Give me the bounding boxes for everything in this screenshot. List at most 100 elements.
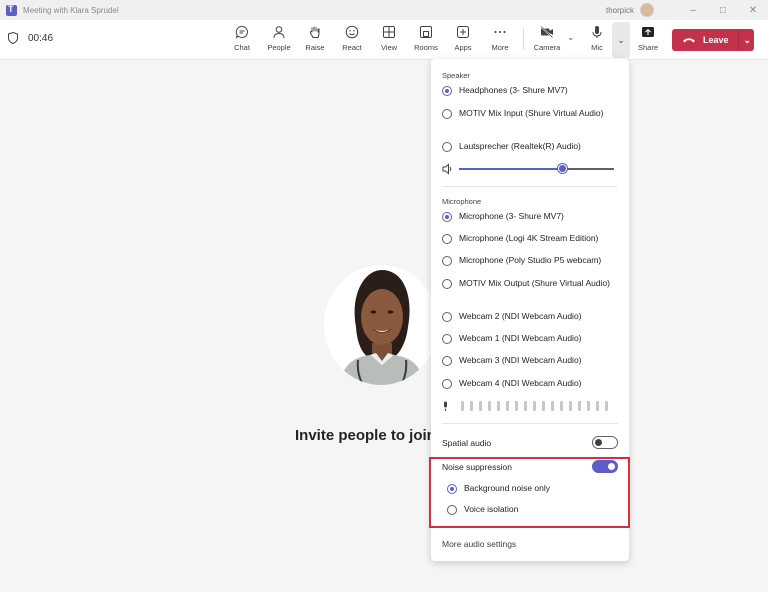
participant-photo <box>324 265 438 385</box>
rooms-label: Rooms <box>414 43 438 52</box>
leave-options-chevron-icon[interactable]: ⌄ <box>744 35 752 46</box>
shield-icon <box>8 32 18 44</box>
participant-avatar <box>324 265 438 385</box>
raise-label: Raise <box>305 43 325 52</box>
microphone-option-label: Microphone (Poly Studio P5 webcam) <box>459 255 602 265</box>
apps-button[interactable]: Apps <box>446 25 480 57</box>
radio-icon[interactable] <box>442 278 452 289</box>
toolbar-divider <box>523 28 524 50</box>
microphone-heading: Microphone <box>442 197 482 206</box>
meeting-toolbar: 00:46 Chat People Raise React View Rooms… <box>0 20 768 60</box>
radio-icon[interactable] <box>442 233 452 244</box>
microphone-option[interactable]: Webcam 3 (NDI Webcam Audio) <box>442 355 622 366</box>
people-label: People <box>267 43 291 52</box>
volume-thumb[interactable] <box>557 164 567 173</box>
spatial-audio-label: Spatial audio <box>442 437 492 448</box>
camera-off-icon <box>540 25 554 39</box>
microphone-option[interactable]: Microphone (Logi 4K Stream Edition) <box>442 233 622 244</box>
invite-heading: Invite people to join <box>295 427 435 444</box>
microphone-option[interactable]: MOTIV Mix Output (Shure Virtual Audio) <box>442 278 622 289</box>
grid-icon <box>383 26 395 38</box>
more-audio-settings-link[interactable]: More audio settings <box>442 539 516 549</box>
share-icon <box>642 27 654 37</box>
speaker-option[interactable]: MOTIV Mix Input (Shure Virtual Audio) <box>442 108 622 119</box>
apps-label: Apps <box>454 43 472 52</box>
radio-icon[interactable] <box>442 255 452 266</box>
chat-label: Chat <box>234 43 250 52</box>
teams-logo-icon <box>6 4 17 16</box>
view-label: View <box>380 43 398 52</box>
speaker-option[interactable]: Lautsprecher (Realtek(R) Audio) <box>442 141 622 152</box>
window-title: Meeting with Klara Sprudel <box>23 5 119 15</box>
user-name: thorpick <box>605 5 634 15</box>
mic-label: Mic <box>591 43 603 52</box>
microphone-option-label: Webcam 2 (NDI Webcam Audio) <box>459 311 582 321</box>
microphone-option-label: Microphone (Logi 4K Stream Edition) <box>459 233 599 243</box>
microphone-option-label: MOTIV Mix Output (Shure Virtual Audio) <box>459 278 611 288</box>
microphone-icon <box>592 26 602 38</box>
user-avatar[interactable] <box>640 3 654 17</box>
section-divider <box>442 186 618 187</box>
spatial-audio-toggle[interactable] <box>592 436 618 449</box>
leave-button[interactable]: Leave ⌄ <box>672 29 754 51</box>
microphone-option-label: Webcam 3 (NDI Webcam Audio) <box>459 355 582 365</box>
share-label: Share <box>637 43 658 52</box>
microphone-option[interactable]: Microphone (3- Shure MV7) <box>442 211 622 222</box>
microphone-option-label: Microphone (3- Shure MV7) <box>459 211 564 221</box>
ellipsis-icon <box>494 31 506 33</box>
microphone-option-label: Webcam 4 (NDI Webcam Audio) <box>459 378 582 388</box>
leave-divider <box>737 29 739 51</box>
microphone-option[interactable]: Microphone (Poly Studio P5 webcam) <box>442 255 622 266</box>
spatial-audio-row: Spatial audio <box>442 436 618 449</box>
speaker-option-label: Lautsprecher (Realtek(R) Audio) <box>459 141 581 151</box>
radio-icon[interactable] <box>442 378 452 389</box>
mic-button[interactable]: Mic <box>580 25 614 57</box>
maximize-icon[interactable]: □ <box>708 5 738 16</box>
leave-label: Leave <box>703 35 729 45</box>
plus-icon <box>457 26 469 38</box>
minimize-icon[interactable]: – <box>678 5 708 16</box>
smiley-icon <box>345 25 359 39</box>
chat-button[interactable]: Chat <box>225 25 259 57</box>
speaker-option-label: Headphones (3- Shure MV7) <box>459 85 568 95</box>
microphone-option[interactable]: Webcam 1 (NDI Webcam Audio) <box>442 333 622 344</box>
radio-icon[interactable] <box>442 311 452 322</box>
more-label: More <box>491 43 509 52</box>
people-button[interactable]: People <box>262 25 296 57</box>
microphone-option-label: Webcam 1 (NDI Webcam Audio) <box>459 333 582 343</box>
radio-icon[interactable] <box>442 141 452 152</box>
rooms-icon <box>420 26 432 38</box>
speaker-volume-icon <box>442 163 452 175</box>
camera-button[interactable]: Camera <box>530 25 564 57</box>
rooms-button[interactable]: Rooms <box>409 25 443 57</box>
timer-text: 00:46 <box>28 32 54 44</box>
close-icon[interactable]: ✕ <box>738 5 768 16</box>
radio-selected-icon[interactable] <box>442 211 452 222</box>
chat-icon <box>235 25 248 39</box>
speaker-option[interactable]: Headphones (3- Shure MV7) <box>442 85 622 96</box>
raise-hand-button[interactable]: Raise <box>298 25 332 57</box>
radio-icon[interactable] <box>442 355 452 366</box>
camera-label: Camera <box>533 43 561 52</box>
react-label: React <box>342 43 362 52</box>
hang-up-icon <box>683 38 695 43</box>
speaker-volume-slider[interactable] <box>442 163 618 175</box>
radio-icon[interactable] <box>442 333 452 344</box>
mic-options-chevron-icon[interactable]: ⌄ <box>612 22 630 58</box>
title-bar: Meeting with Klara Sprudel thorpick – □ … <box>0 0 768 20</box>
speaker-option-label: MOTIV Mix Input (Shure Virtual Audio) <box>459 108 604 118</box>
react-button[interactable]: React <box>335 25 369 57</box>
noise-suppression-highlight <box>429 457 630 528</box>
camera-options-chevron-icon[interactable]: ⌄ <box>567 32 575 43</box>
share-button[interactable]: Share <box>631 25 665 57</box>
radio-icon[interactable] <box>442 108 452 119</box>
people-icon <box>273 26 285 39</box>
more-button[interactable]: More <box>483 25 517 57</box>
speaker-heading: Speaker <box>442 71 470 80</box>
microphone-option[interactable]: Webcam 2 (NDI Webcam Audio) <box>442 311 622 322</box>
hand-icon <box>309 26 320 38</box>
volume-fill <box>459 168 563 170</box>
view-button[interactable]: View <box>372 25 406 57</box>
microphone-option[interactable]: Webcam 4 (NDI Webcam Audio) <box>442 378 622 389</box>
radio-selected-icon[interactable] <box>442 85 452 96</box>
